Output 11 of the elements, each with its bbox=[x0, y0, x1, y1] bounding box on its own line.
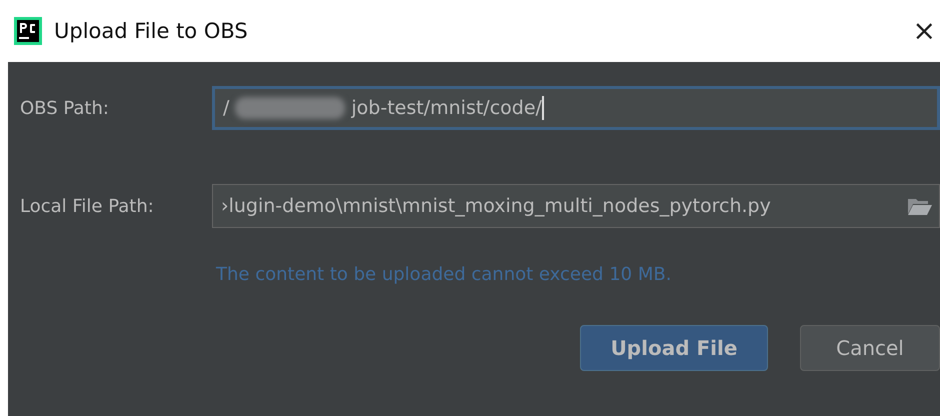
close-button[interactable]: × bbox=[912, 17, 936, 45]
upload-button[interactable]: Upload File bbox=[580, 325, 768, 371]
info-message: The content to be uploaded cannot exceed 10 MB. bbox=[216, 264, 672, 285]
field-label: Local File Path: bbox=[20, 196, 155, 216]
app-logo-icon bbox=[14, 17, 42, 45]
window-title: Upload File to OBS bbox=[54, 19, 248, 43]
input-field[interactable]: / job-test/mnist/code/ bbox=[212, 86, 940, 130]
cancel-button[interactable]: Cancel bbox=[800, 325, 940, 371]
field-label: OBS Path: bbox=[20, 98, 110, 118]
input-field[interactable]: ›lugin-demo\mnist\mnist_moxing_multi_nodes_pytorch.py bbox=[212, 184, 940, 228]
folder-icon[interactable] bbox=[907, 196, 933, 216]
